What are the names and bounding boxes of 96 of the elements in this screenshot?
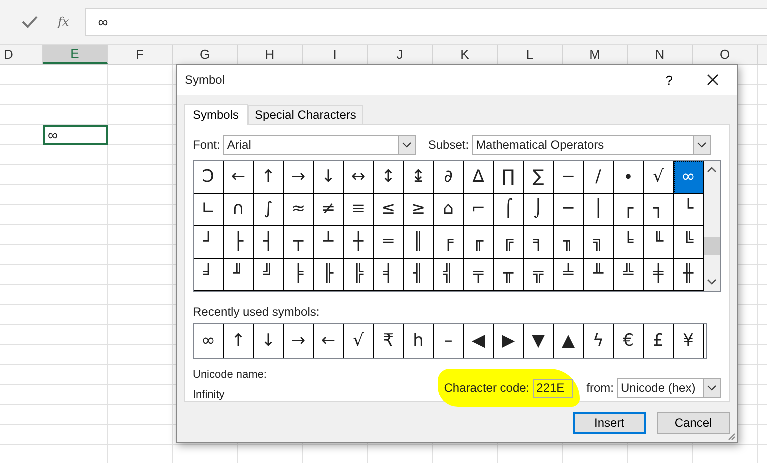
symbol-cell[interactable]: ╕: [524, 226, 554, 258]
symbol-cell[interactable]: ↨: [404, 161, 434, 194]
caret-icon: [697, 142, 708, 148]
symbol-cell[interactable]: ∑: [524, 161, 554, 194]
dialog-title: Symbol: [185, 73, 226, 87]
symbol-cell[interactable]: ┐: [644, 194, 674, 226]
column-header[interactable]: F: [108, 45, 173, 64]
symbol-cell[interactable]: ≡: [344, 194, 374, 226]
symbol-cell[interactable]: ╜: [224, 258, 254, 291]
symbol-cell[interactable]: ╔: [494, 226, 524, 258]
symbol-cell[interactable]: ⌠: [494, 194, 524, 226]
symbol-cell[interactable]: ∂: [434, 161, 464, 194]
symbol-cell[interactable]: ∕: [584, 161, 614, 194]
symbol-cell[interactable]: ↕: [374, 161, 404, 194]
symbol-cell[interactable]: ≥: [404, 194, 434, 226]
symbol-cell[interactable]: ┴: [314, 226, 344, 258]
symbol-cell[interactable]: →: [284, 161, 314, 194]
scroll-up-icon[interactable]: [707, 167, 717, 173]
active-cell[interactable]: ∞: [43, 125, 108, 145]
checkmark-icon[interactable]: [22, 16, 38, 28]
symbol-cell[interactable]: ╛: [194, 258, 224, 291]
font-dropdown[interactable]: Arial: [223, 135, 416, 155]
tab[interactable]: Special Characters: [248, 105, 364, 124]
symbol-cell[interactable]: ╢: [404, 258, 434, 291]
symbol-cell[interactable]: ╖: [554, 226, 584, 258]
symbol-cell[interactable]: ↓: [314, 161, 344, 194]
tab[interactable]: Symbols: [184, 104, 248, 125]
character-code-field[interactable]: 221E: [532, 378, 573, 398]
symbol-cell[interactable]: ╤: [464, 258, 494, 291]
dialog-button[interactable]: Insert: [573, 412, 646, 434]
from-dropdown[interactable]: Unicode (hex): [617, 378, 721, 398]
dialog-button[interactable]: Cancel: [657, 412, 730, 434]
symbol-cell[interactable]: ┘: [194, 226, 224, 258]
symbol-cell[interactable]: ╩: [614, 258, 644, 291]
symbol-cell[interactable]: ┬: [284, 226, 314, 258]
symbol-cell[interactable]: ┤: [254, 226, 284, 258]
symbol-cell[interactable]: │: [584, 194, 614, 226]
scroll-thumb[interactable]: [704, 237, 720, 255]
symbol-cell[interactable]: ╡: [374, 258, 404, 291]
close-icon[interactable]: [707, 74, 719, 86]
symbol-cell[interactable]: ∞: [674, 161, 704, 194]
symbol-cell[interactable]: ╗: [584, 226, 614, 258]
function-icon[interactable]: fx: [58, 15, 70, 29]
symbol-cell[interactable]: ╝: [254, 258, 284, 291]
symbol-cell[interactable]: ╪: [644, 258, 674, 291]
symbol-cell[interactable]: ∆: [464, 161, 494, 194]
symbol-cell[interactable]: ╙: [644, 226, 674, 258]
scrollbar[interactable]: [704, 161, 720, 291]
symbol-cell[interactable]: ╓: [464, 226, 494, 258]
symbol-cell[interactable]: ╣: [434, 258, 464, 291]
column-header[interactable]: E: [43, 45, 108, 64]
help-button[interactable]: ?: [666, 72, 673, 88]
subset-label: Subset:: [428, 138, 470, 152]
symbol-cell[interactable]: −: [554, 161, 584, 194]
symbol-cell[interactable]: ←: [224, 161, 254, 194]
symbol-cell[interactable]: ╠: [344, 258, 374, 291]
symbol-cell[interactable]: ┌: [614, 194, 644, 226]
symbol-cell[interactable]: ∙: [614, 161, 644, 194]
recently-used-label: Recently used symbols:: [193, 305, 321, 319]
character-code-label: Character code:: [444, 381, 530, 395]
symbol-cell[interactable]: ╥: [494, 258, 524, 291]
symbol-cell[interactable]: ∫: [254, 194, 284, 226]
unicode-name-label: Unicode name:: [193, 369, 267, 381]
symbol-cell[interactable]: ╘: [614, 226, 644, 258]
symbol-cell[interactable]: ⌡: [524, 194, 554, 226]
symbol-cell[interactable]: ═: [374, 226, 404, 258]
symbol-cell[interactable]: ↑: [254, 161, 284, 194]
symbol-cell[interactable]: ╦: [524, 258, 554, 291]
formula-field[interactable]: ∞: [85, 8, 767, 36]
symbol-cell[interactable]: ╟: [314, 258, 344, 291]
symbol-cell[interactable]: ≤: [374, 194, 404, 226]
symbol-cell[interactable]: ⌂: [434, 194, 464, 226]
caret-icon: [707, 385, 717, 391]
symbol-cell[interactable]: ≠: [314, 194, 344, 226]
symbol-cell[interactable]: ║: [404, 226, 434, 258]
unicode-name-value: Infinity: [193, 389, 226, 401]
symbol-cell[interactable]: ↔: [344, 161, 374, 194]
symbol-cell[interactable]: ╧: [554, 258, 584, 291]
symbol-cell[interactable]: ┼: [344, 226, 374, 258]
subset-dropdown[interactable]: Mathematical Operators: [472, 135, 712, 155]
symbol-cell[interactable]: ⌐: [464, 194, 494, 226]
symbol-cell[interactable]: ╒: [434, 226, 464, 258]
symbol-cell[interactable]: ─: [554, 194, 584, 226]
from-label: from:: [586, 381, 614, 395]
font-label: Font:: [193, 138, 220, 152]
symbol-cell[interactable]: ∩: [224, 194, 254, 226]
caret-icon: [402, 142, 412, 148]
symbol-cell[interactable]: Ↄ: [194, 161, 224, 194]
symbol-cell[interactable]: ≈: [284, 194, 314, 226]
symbol-cell[interactable]: ╨: [584, 258, 614, 291]
symbol-cell[interactable]: ├: [224, 226, 254, 258]
resize-grip-icon[interactable]: [728, 433, 736, 441]
symbol-cell[interactable]: ∏: [494, 161, 524, 194]
scroll-down-icon[interactable]: [707, 279, 717, 285]
symbol-cell[interactable]: ╞: [284, 258, 314, 291]
symbol-cell[interactable]: ∟: [194, 194, 224, 226]
